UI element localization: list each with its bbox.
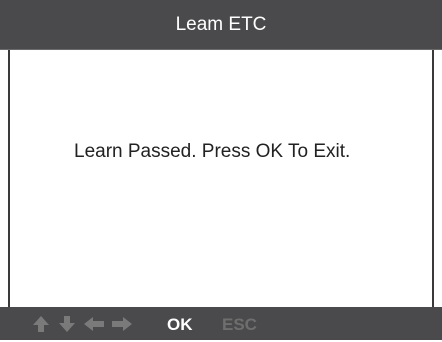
status-message: Learn Passed. Press OK To Exit. <box>74 141 351 162</box>
footer-bar: OK ESC <box>0 307 442 340</box>
content-area: Learn Passed. Press OK To Exit. <box>8 50 434 307</box>
arrow-left-icon <box>82 314 106 334</box>
esc-button[interactable]: ESC <box>222 307 257 340</box>
arrow-down-icon <box>56 314 78 334</box>
title-bar: Leam ETC <box>0 0 442 50</box>
arrow-up-icon <box>30 314 52 334</box>
scan-tool-screen: Leam ETC Learn Passed. Press OK To Exit. <box>0 0 442 340</box>
arrow-right-icon <box>110 314 134 334</box>
screen-title: Leam ETC <box>175 14 267 35</box>
ok-button[interactable]: OK <box>167 307 193 340</box>
navigation-keys <box>30 307 134 340</box>
